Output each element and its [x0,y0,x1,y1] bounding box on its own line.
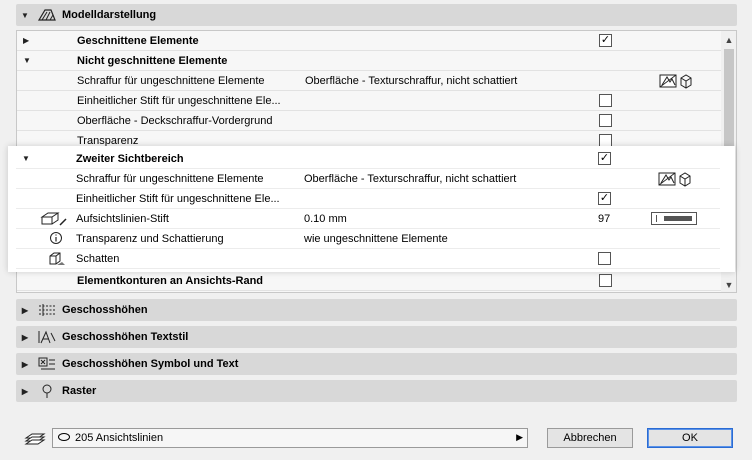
model-display-icon [34,6,60,24]
symbol-text-icon [34,355,60,373]
checkbox-oberflaeche[interactable] [599,114,612,127]
expand-triangle-icon[interactable]: ▶ [16,333,34,342]
tree-row-transp-schatt[interactable]: Transparenz und Schattierung wie ungesch… [16,229,720,249]
row-label: Zweiter Sichtbereich [76,152,184,165]
layers-icon [24,433,46,445]
tree-row-stift-1[interactable]: Einheitlicher Stift für ungeschnittene E… [17,91,721,111]
fill-texture-icon[interactable] [658,171,676,187]
expand-triangle-icon[interactable]: ▶ [23,36,29,45]
pen-number[interactable]: 97 [598,213,610,225]
section-title: Geschosshöhen Textstil [62,331,189,343]
collapse-triangle-icon[interactable]: ▼ [22,154,30,163]
row-label: Nicht geschnittene Elemente [77,54,228,67]
scroll-up-icon[interactable]: ▲ [721,33,736,47]
section-geschosshoehen[interactable]: ▶ Geschosshöhen [16,299,737,321]
grid-marker-icon [34,382,60,400]
row-label: Transparenz und Schattierung [76,232,224,245]
section-modelldarstellung[interactable]: ▼ Modelldarstellung [16,4,737,26]
tree-row-nicht-geschnittene[interactable]: ▼ Nicht geschnittene Elemente [17,51,721,71]
view-set-dropdown[interactable]: 205 Ansichtslinien ▶ [52,428,528,448]
tree-row-stift-2[interactable]: Einheitlicher Stift für ungeschnittene E… [16,189,720,209]
expand-triangle-icon[interactable]: ▶ [16,306,34,315]
section-title: Geschosshöhen Symbol und Text [62,358,239,370]
row-label: Schraffur für ungeschnittene Elemente [76,172,264,185]
row-label: Transparenz [77,134,139,147]
row-label: Schraffur für ungeschnittene Elemente [77,74,265,87]
3d-box-icon[interactable] [679,73,693,89]
tree-row-schraffur-2[interactable]: Schraffur für ungeschnittene Elemente Ob… [16,169,720,189]
dialog: ▼ Modelldarstellung ▶ Geschnittene Eleme… [0,0,752,460]
fill-texture-icon[interactable] [659,73,677,89]
dialog-footer: 205 Ansichtslinien ▶ Abbrechen OK [16,424,737,450]
highlight-zweiter-sichtbereich: ▼ Zweiter Sichtbereich ✓ Schraffur für u… [8,146,735,272]
row-label: Oberfläche - Deckschraffur-Vordergrund [77,114,273,127]
section-title: Modelldarstellung [62,9,157,21]
info-icon [50,232,62,244]
row-icons [658,171,692,187]
row-label: Einheitlicher Stift für ungeschnittene E… [76,192,280,205]
row-value[interactable]: Oberfläche - Texturschraffur, nicht scha… [305,75,517,87]
row-label: Elementkonturen an Ansichts-Rand [77,274,264,287]
expand-triangle-icon[interactable]: ▶ [16,360,34,369]
row-label: Aufsichtslinien-Stift [76,212,169,225]
section-raster[interactable]: ▶ Raster [16,380,737,402]
dropdown-label: 205 Ansichtslinien [75,432,164,444]
row-label: Einheitlicher Stift für ungeschnittene E… [77,94,281,107]
shadow-box-icon [49,252,65,265]
checkbox-stift-2[interactable]: ✓ [598,192,611,205]
ellipse-icon [58,433,70,441]
checkbox-geschnittene[interactable]: ✓ [599,34,612,47]
tree-row-konturen[interactable]: Elementkonturen an Ansichts-Rand [17,271,721,291]
row-icons [659,73,693,89]
ok-button[interactable]: OK [647,428,733,448]
text-style-icon [34,328,60,346]
checkbox-schatten[interactable] [598,252,611,265]
checkbox-zweiter[interactable]: ✓ [598,152,611,165]
3d-box-icon[interactable] [678,171,692,187]
pen-preview[interactable] [651,212,697,225]
tree-row-geschnittene[interactable]: ▶ Geschnittene Elemente ✓ [17,31,721,51]
checkbox-stift-1[interactable] [599,94,612,107]
view-lines-icon [40,212,67,226]
story-levels-icon [34,301,60,319]
cancel-button[interactable]: Abbrechen [547,428,633,448]
section-title: Raster [62,385,97,397]
tree-row-aufsicht[interactable]: Aufsichtslinien-Stift 0.10 mm 97 [16,209,720,229]
expand-triangle-icon[interactable]: ▶ [16,387,34,396]
tree-row-schraffur-1[interactable]: Schraffur für ungeschnittene Elemente Ob… [17,71,721,91]
collapse-triangle-icon[interactable]: ▼ [23,56,31,65]
row-value[interactable]: Oberfläche - Texturschraffur, nicht scha… [304,173,516,185]
row-value[interactable]: wie ungeschnittene Elemente [304,233,448,245]
section-title: Geschosshöhen [62,304,148,316]
scroll-down-icon[interactable]: ▼ [721,278,736,292]
row-label: Geschnittene Elemente [77,34,199,47]
section-geschosshoehen-textstil[interactable]: ▶ Geschosshöhen Textstil [16,326,737,348]
dropdown-arrow-icon[interactable]: ▶ [516,432,523,443]
checkbox-konturen[interactable] [599,274,612,287]
row-label: Schatten [76,252,120,265]
section-geschosshoehen-symbol[interactable]: ▶ Geschosshöhen Symbol und Text [16,353,737,375]
tree-row-schatten[interactable]: Schatten [16,249,720,269]
collapse-triangle-icon[interactable]: ▼ [16,11,34,20]
row-value[interactable]: 0.10 mm [304,213,347,225]
tree-row-oberflaeche[interactable]: Oberfläche - Deckschraffur-Vordergrund [17,111,721,131]
tree-row-zweiter-sichtbereich[interactable]: ▼ Zweiter Sichtbereich ✓ [16,149,720,169]
